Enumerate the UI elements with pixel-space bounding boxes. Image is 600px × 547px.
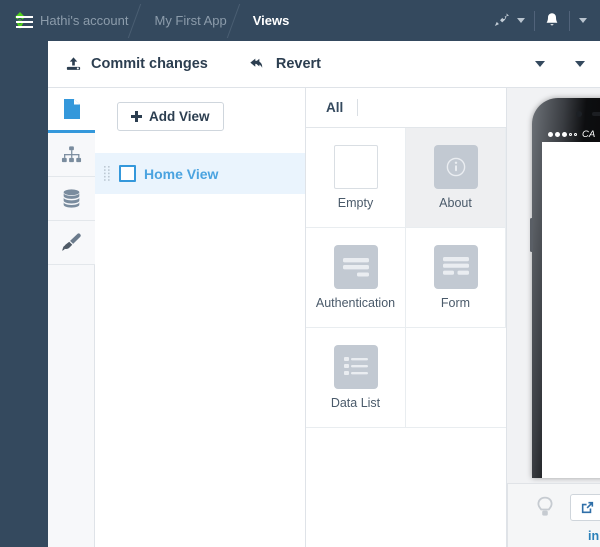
toolbar-menu-1[interactable]: [520, 41, 560, 87]
template-data-list[interactable]: Data List: [306, 328, 406, 428]
phone-camera: [576, 111, 582, 117]
preview-link-text[interactable]: in: [588, 529, 599, 543]
auth-thumb: [333, 245, 378, 289]
view-label: Home View: [144, 165, 219, 182]
add-view-button[interactable]: Add View: [117, 102, 224, 131]
template-label: Form: [440, 296, 471, 310]
templates-panel: All Empty About Authentication Form Data…: [306, 88, 507, 547]
paintbrush-icon: [61, 233, 81, 251]
info-icon: [446, 157, 465, 177]
lightbulb-icon: [537, 496, 553, 516]
views-list: Home View: [95, 153, 305, 194]
template-form[interactable]: Form: [406, 228, 506, 328]
deploy-menu-button[interactable]: [484, 0, 534, 41]
carrier-label: CA: [582, 128, 596, 140]
template-authentication[interactable]: Authentication: [306, 228, 406, 328]
upload-icon: [66, 56, 81, 70]
phone-mockup: CA: [530, 98, 600, 478]
breadcrumb-item-app[interactable]: My First App: [154, 0, 226, 41]
square-outline-icon: [119, 165, 136, 182]
list-item-home-view[interactable]: Home View: [95, 153, 305, 194]
auth-form-icon: [342, 258, 369, 277]
commit-changes-button[interactable]: Commit changes: [48, 41, 225, 87]
chevron-down-icon: [535, 61, 545, 67]
template-label: Authentication: [315, 296, 396, 310]
breadcrumb-separator: [227, 0, 253, 41]
revert-button[interactable]: Revert: [225, 41, 338, 87]
breadcrumb-item-views[interactable]: Views: [253, 0, 290, 41]
app-root: Hathi's account My First App Views Commi…: [0, 0, 600, 547]
tab-divider: [357, 99, 359, 116]
header-actions: [484, 0, 600, 41]
data-list-thumb: [333, 345, 378, 389]
pages-icon: [63, 99, 80, 119]
rocket-icon: [494, 13, 510, 26]
phone-screen[interactable]: [542, 142, 600, 478]
templates-grid: Empty About Authentication Form Data Lis…: [306, 128, 506, 428]
phone-speaker: [592, 112, 600, 116]
sitemap-icon: [61, 145, 82, 162]
database-icon: [63, 189, 80, 208]
form-icon: [442, 257, 469, 275]
rail-item-structure[interactable]: [48, 133, 95, 177]
add-view-wrap: Add View: [95, 88, 305, 131]
rail-item-data[interactable]: [48, 177, 95, 221]
external-link-icon: [581, 501, 593, 514]
hamburger-line: [16, 16, 33, 18]
template-grid-filler: [406, 328, 506, 428]
preview-panel: CA: [507, 88, 600, 483]
about-thumb: [433, 145, 478, 189]
revert-label: Revert: [275, 56, 321, 72]
tab-all[interactable]: All: [318, 88, 351, 128]
editor-toolbar: Commit changes Revert: [48, 41, 600, 88]
form-thumb: [433, 245, 478, 289]
phone-side-button: [530, 218, 533, 252]
template-label: About: [439, 196, 472, 210]
rail-item-pages[interactable]: [48, 88, 95, 133]
left-dark-sidebar: [0, 16, 48, 547]
hints-button[interactable]: [535, 496, 555, 527]
open-preview-button[interactable]: [570, 494, 600, 521]
signal-strength-icon: [548, 131, 577, 137]
chevron-down-icon: [579, 18, 587, 23]
chevron-down-icon: [517, 18, 525, 23]
account-menu-button[interactable]: [570, 0, 596, 41]
add-view-label: Add View: [149, 109, 210, 124]
commit-changes-label: Commit changes: [91, 56, 208, 72]
templates-tabs: All: [306, 88, 506, 128]
hamburger-menu-button[interactable]: [16, 16, 33, 29]
breadcrumb-separator: [128, 0, 154, 41]
hamburger-line: [16, 21, 33, 23]
editor-icon-rail: [48, 88, 95, 547]
views-panel: Add View Home View: [95, 88, 306, 547]
hamburger-line: [16, 26, 33, 28]
breadcrumb-item-account[interactable]: Hathi's account: [40, 0, 128, 41]
template-about[interactable]: About: [406, 128, 506, 228]
drag-handle-icon[interactable]: [104, 165, 111, 182]
preview-bottom-bar: in: [507, 483, 600, 547]
bell-icon: [546, 13, 558, 26]
template-label: Empty: [337, 196, 374, 210]
toolbar-menu-2[interactable]: [560, 41, 600, 87]
template-label: Data List: [330, 396, 381, 410]
top-header: Hathi's account My First App Views: [0, 0, 600, 41]
notifications-button[interactable]: [535, 0, 569, 41]
list-icon: [343, 357, 368, 375]
rail-item-theme[interactable]: [48, 221, 95, 265]
undo-arrow-icon: [250, 58, 263, 68]
plus-icon: [131, 111, 142, 122]
chevron-down-icon: [575, 61, 585, 67]
phone-status-bar: CA: [542, 126, 600, 142]
breadcrumb: Hathi's account My First App Views: [40, 0, 484, 41]
template-empty[interactable]: Empty: [306, 128, 406, 228]
blank-square-icon: [333, 145, 378, 189]
